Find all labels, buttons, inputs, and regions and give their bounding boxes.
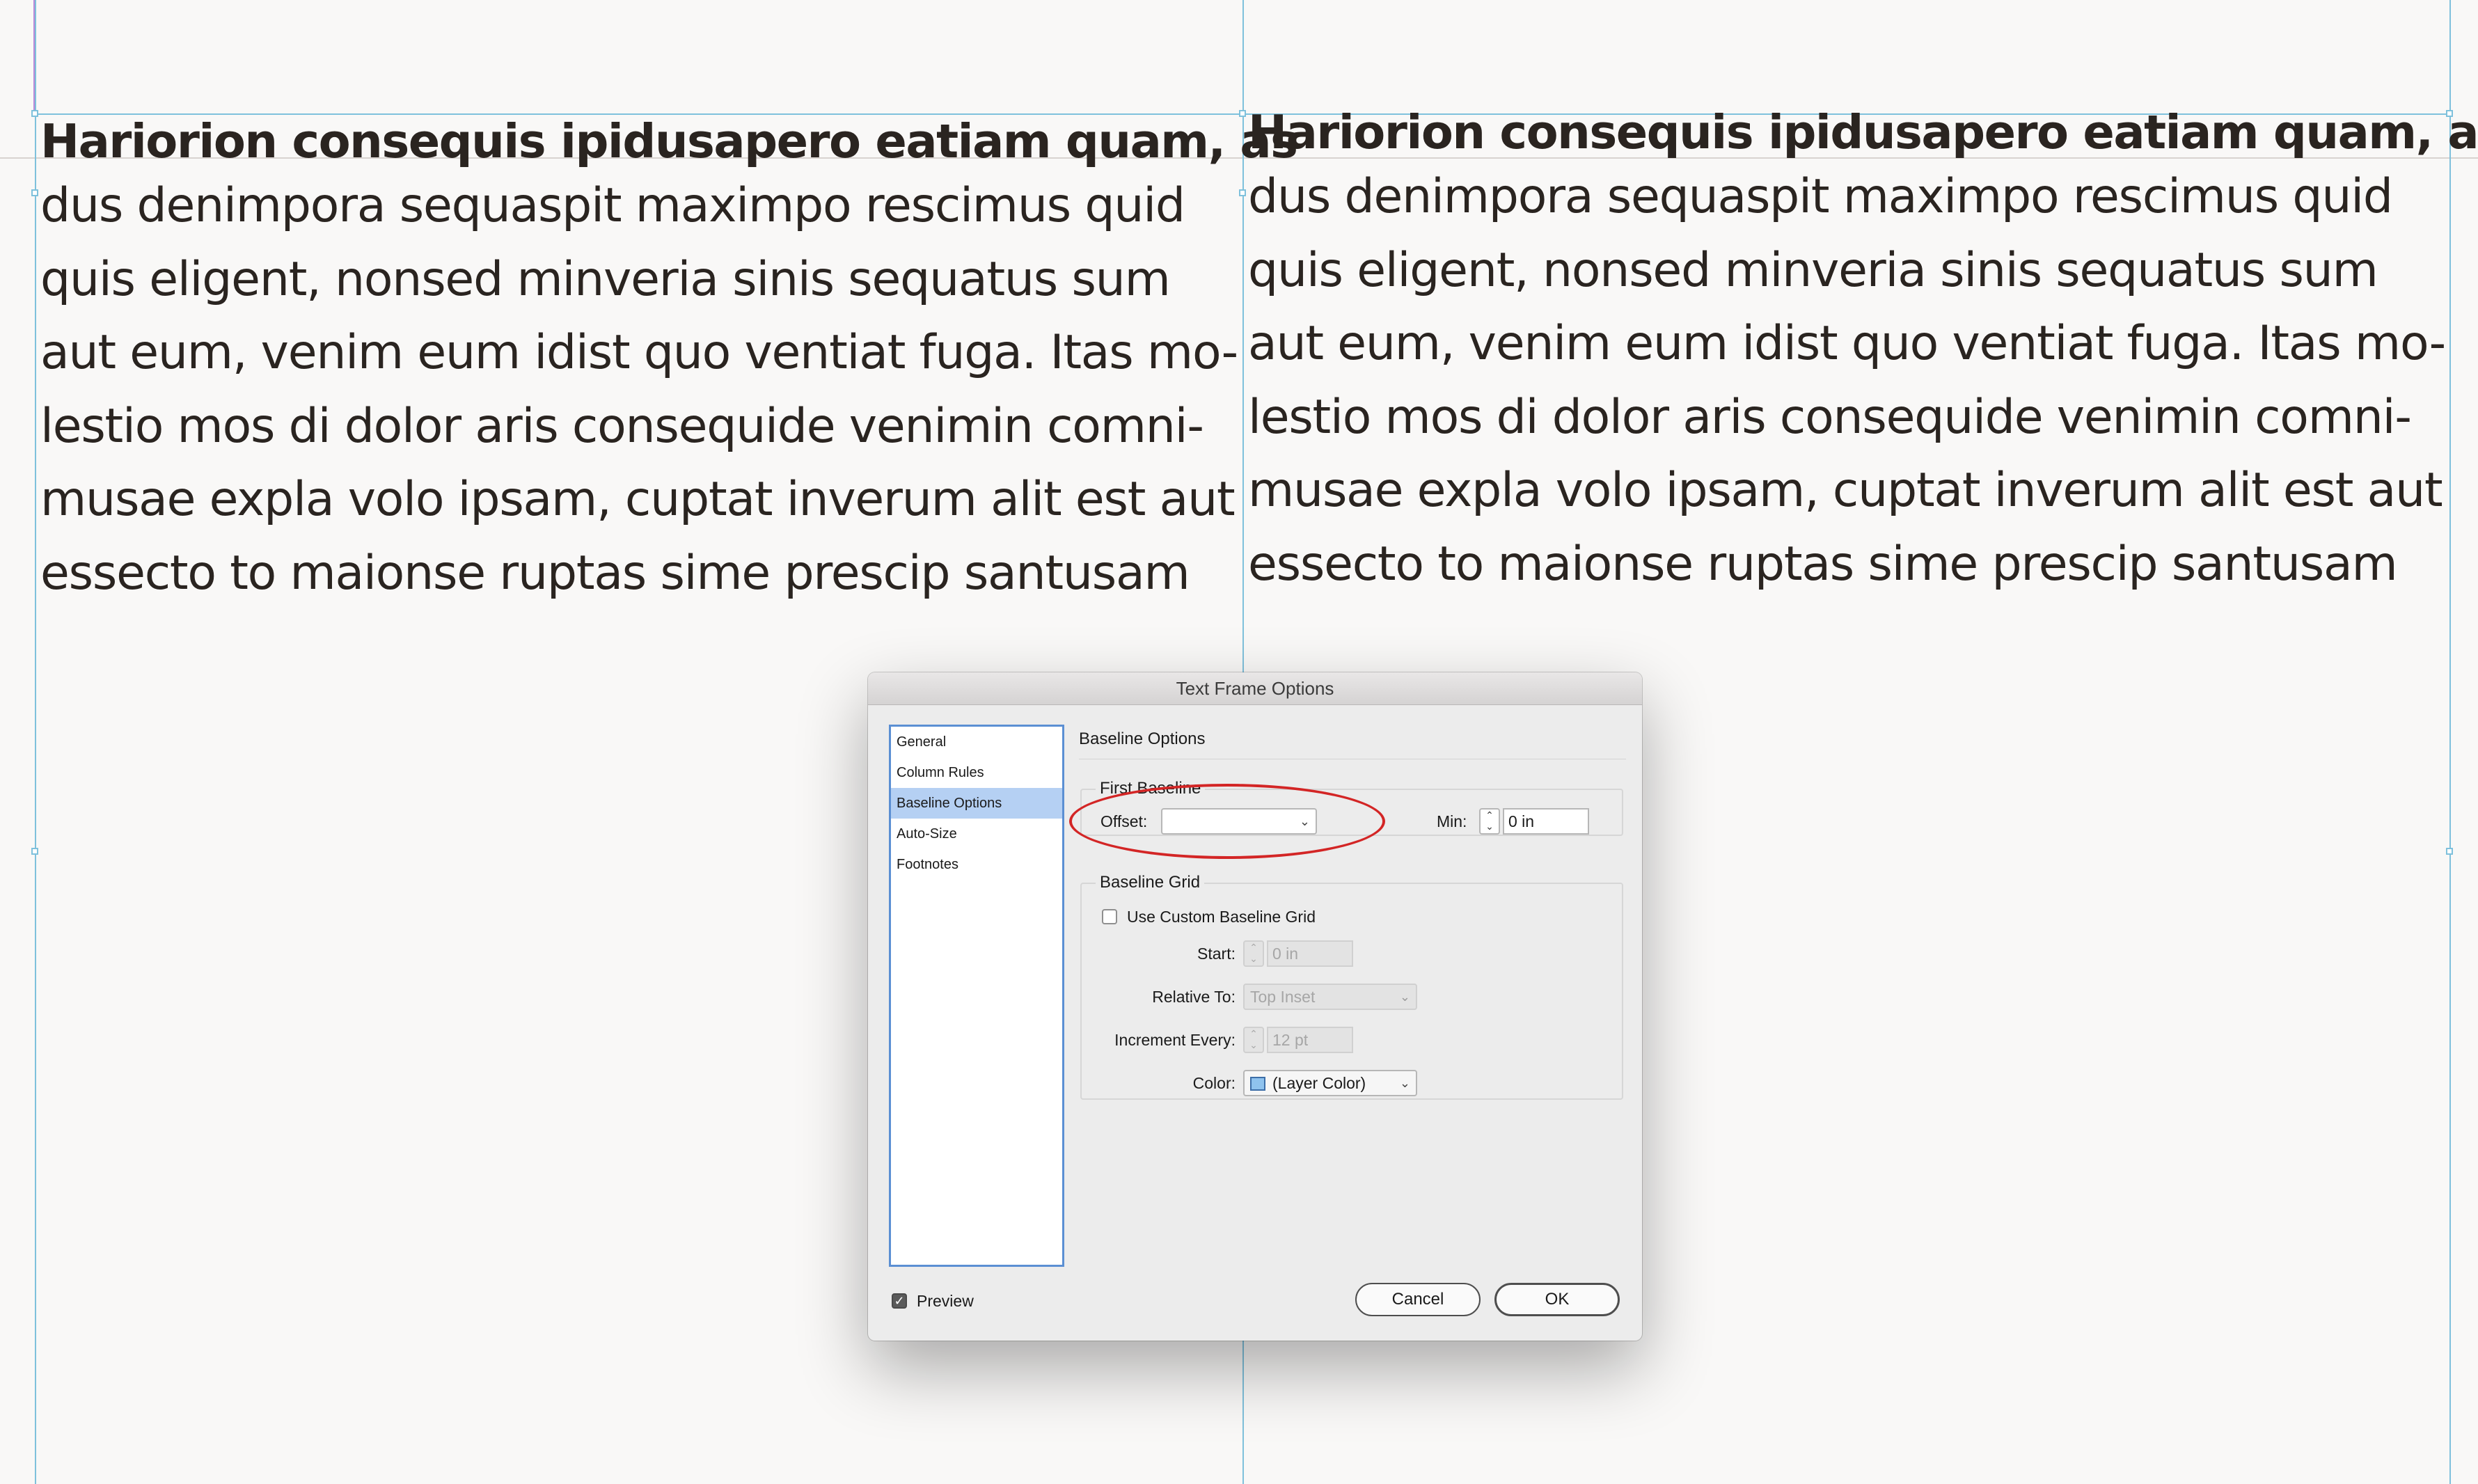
frame-line: essecto to maionse ruptas sime prescip s… [40,545,1190,601]
chevron-up-icon: ⌃ [1249,1028,1258,1039]
frame-line: dus denimpora sequaspit maximpo rescimus… [1248,169,2393,224]
frame-line: aut eum, venim eum idist quo ventiat fug… [40,325,1238,380]
sidebar-item-general[interactable]: General [891,727,1062,757]
frame-line: musae expla volo ipsam, cuptat inverum a… [1248,463,2443,518]
chevron-down-icon: ⌄ [1399,1076,1410,1090]
baseline-grid-label: Baseline Grid [1096,873,1205,892]
first-baseline-label: First Baseline [1096,779,1206,798]
color-swatch [1250,1077,1265,1091]
chevron-down-icon: ⌄ [1249,953,1258,964]
use-custom-baseline-label: Use Custom Baseline Grid [1127,908,1316,926]
text-frame-right[interactable]: Hariorion consequis ipidusapero eatiam q… [1248,104,2478,601]
relative-to-value: Top Inset [1250,988,1316,1006]
start-field[interactable]: 0 in [1267,940,1353,967]
sidebar-item-baseline-options[interactable]: Baseline Options [891,788,1062,819]
frame-handle[interactable] [2446,848,2453,855]
chevron-down-icon: ⌄ [1485,821,1494,832]
frame-line: musae expla volo ipsam, cuptat inverum a… [40,472,1236,527]
sidebar-item-footnotes[interactable]: Footnotes [891,849,1062,880]
chevron-up-icon: ⌃ [1485,810,1494,821]
frame-line: aut eum, venim eum idist quo ventiat fug… [1248,316,2446,371]
chevron-down-icon: ⌄ [1249,1039,1258,1050]
relative-to-label: Relative To: [1152,988,1236,1006]
section-title: Baseline Options [1079,729,1206,748]
start-label: Start: [1197,945,1236,963]
text-frame-left[interactable]: Hariorion consequis ipidusapero eatiam q… [40,113,1298,610]
offset-dropdown[interactable]: ⌄ [1161,808,1317,835]
text-frame-options-dialog: Text Frame Options General Column Rules … [868,672,1642,1341]
increment-every-label: Increment Every: [1114,1031,1236,1049]
preview-checkbox[interactable]: ✓ [892,1293,907,1309]
frame-line: lestio mos di dolor aris consequide veni… [40,398,1204,454]
color-dropdown[interactable]: (Layer Color) ⌄ [1243,1070,1417,1096]
frame-line: quis eligent, nonsed minveria sinis sequ… [1248,242,2378,298]
frame-handle[interactable] [31,848,38,855]
frame-in-port[interactable] [31,189,38,196]
frame-line: dus denimpora sequaspit maximpo rescimus… [40,178,1185,233]
frame-body: dus denimpora sequaspit maximpo rescimus… [1248,160,2478,601]
frame-heading: Hariorion consequis ipidusapero eatiam q… [40,114,1298,168]
dialog-title: Text Frame Options [868,672,1642,705]
frame-line: essecto to maionse ruptas sime prescip s… [1248,536,2398,592]
chevron-down-icon: ⌄ [1299,814,1310,828]
offset-label: Offset: [1100,812,1148,830]
min-stepper-arrows[interactable]: ⌃ ⌄ [1479,808,1500,835]
frame-heading: Hariorion consequis ipidusapero eatiam q… [1248,105,2478,159]
frame-line: quis eligent, nonsed minveria sinis sequ… [40,251,1171,307]
chevron-down-icon: ⌄ [1399,990,1410,1004]
options-sidebar: General Column Rules Baseline Options Au… [889,725,1064,1267]
color-value: (Layer Color) [1272,1074,1366,1092]
cancel-button[interactable]: Cancel [1355,1283,1481,1316]
increment-field[interactable]: 12 pt [1267,1027,1353,1053]
frame-line: lestio mos di dolor aris consequide veni… [1248,389,2412,445]
use-custom-baseline-checkbox[interactable] [1102,909,1117,924]
column-guide-left [35,0,36,1484]
increment-stepper-arrows[interactable]: ⌃ ⌄ [1243,1027,1264,1053]
min-field[interactable]: 0 in [1503,808,1589,835]
color-label: Color: [1192,1074,1236,1092]
sidebar-item-column-rules[interactable]: Column Rules [891,757,1062,788]
frame-body: dus denimpora sequaspit maximpo rescimus… [40,169,1297,610]
start-stepper-arrows[interactable]: ⌃ ⌄ [1243,940,1264,967]
relative-to-dropdown[interactable]: Top Inset ⌄ [1243,984,1417,1010]
min-label: Min: [1437,812,1467,830]
chevron-up-icon: ⌃ [1249,942,1258,953]
ok-button[interactable]: OK [1494,1283,1620,1316]
sidebar-item-auto-size[interactable]: Auto-Size [891,819,1062,849]
frame-handle[interactable] [31,110,38,117]
preview-label: Preview [917,1292,974,1310]
